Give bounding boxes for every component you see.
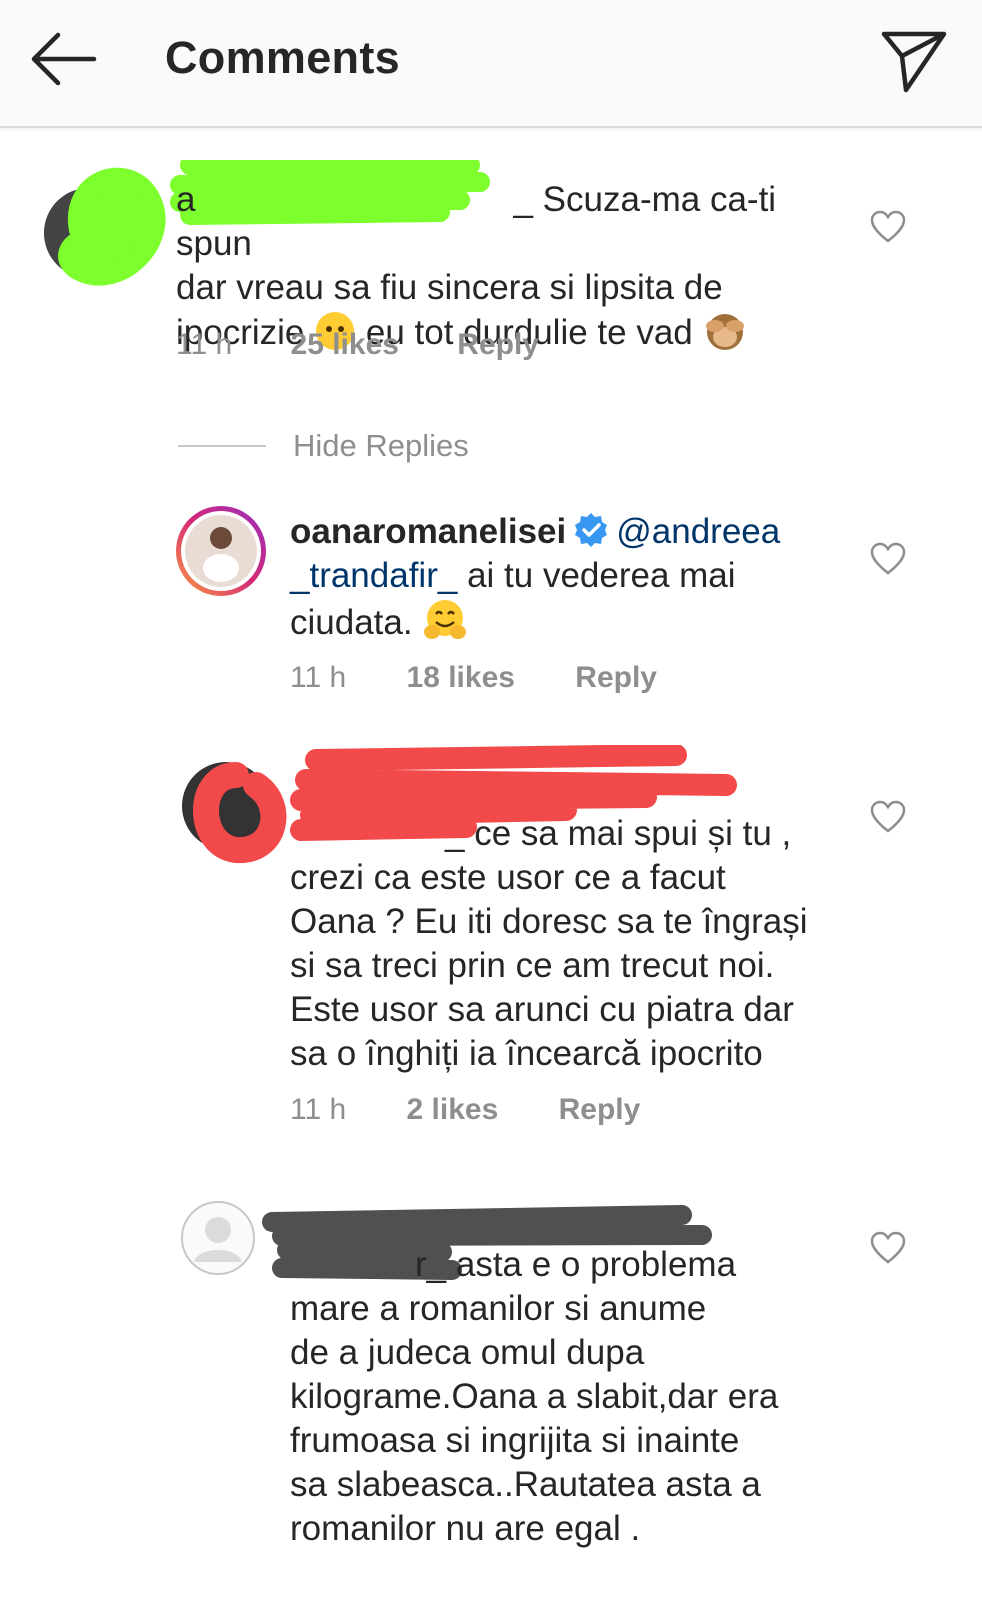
reply-text: r_ asta e o problema mare a romanilor si… bbox=[290, 1245, 779, 1548]
username[interactable]: oanaromanelisei bbox=[290, 512, 566, 551]
username-fragment[interactable]: r_ bbox=[415, 1245, 446, 1284]
verified-badge-icon bbox=[575, 513, 608, 547]
avatar[interactable] bbox=[176, 506, 266, 596]
mention-link[interactable]: @andreea bbox=[616, 512, 780, 551]
page-title: Comments bbox=[165, 32, 400, 83]
heart-icon[interactable] bbox=[870, 210, 906, 244]
paper-plane-icon[interactable] bbox=[878, 26, 950, 96]
hide-replies-button[interactable]: Hide Replies bbox=[293, 428, 469, 464]
heart-icon[interactable] bbox=[870, 1231, 906, 1265]
heart-icon[interactable] bbox=[870, 800, 906, 834]
reply-button[interactable]: Reply bbox=[457, 328, 539, 362]
arrow-left-icon[interactable] bbox=[28, 30, 100, 88]
timestamp: 11 h bbox=[176, 328, 233, 361]
reply-meta: 11 h 18 likes Reply bbox=[290, 661, 657, 695]
reply-button[interactable]: Reply bbox=[559, 1093, 641, 1127]
reply-text: oanaromanelisei @andreea _trandafir_ ai t… bbox=[290, 512, 781, 642]
likes-count[interactable]: 25 likes bbox=[291, 328, 399, 362]
timestamp: 11 h bbox=[290, 661, 347, 694]
top-bar: Comments bbox=[0, 0, 982, 128]
hugging-face-emoji bbox=[424, 600, 467, 639]
reply-button[interactable]: Reply bbox=[575, 661, 657, 695]
reply-meta: 11 h 2 likes Reply bbox=[290, 1093, 640, 1127]
mention-link[interactable]: _trandafir_ bbox=[290, 556, 457, 595]
default-avatar-icon[interactable] bbox=[180, 1200, 256, 1276]
likes-count[interactable]: 2 likes bbox=[407, 1093, 499, 1127]
see-no-evil-monkey-emoji bbox=[705, 314, 744, 350]
avatar-image bbox=[181, 511, 261, 591]
heart-icon[interactable] bbox=[870, 542, 906, 576]
comment-meta: 11 h 25 likes Reply bbox=[176, 328, 539, 362]
likes-count[interactable]: 18 likes bbox=[407, 661, 515, 695]
username-fragment[interactable]: _ bbox=[445, 814, 464, 853]
timestamp: 11 h bbox=[290, 1093, 347, 1126]
reply-text: _ ce sa mai spui și tu , crezi ca este u… bbox=[290, 814, 808, 1073]
divider bbox=[178, 445, 266, 447]
username[interactable]: a bbox=[176, 180, 195, 219]
